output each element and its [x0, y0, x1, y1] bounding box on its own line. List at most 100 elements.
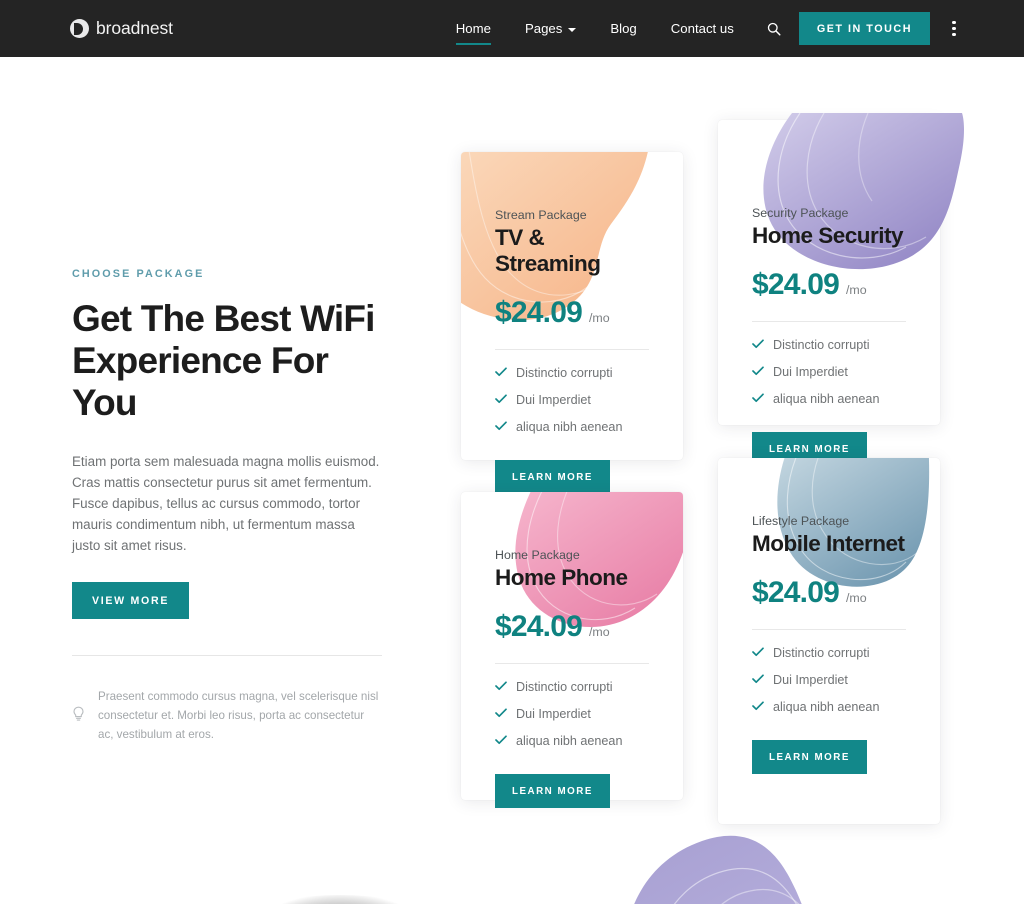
- card-divider: [495, 663, 649, 664]
- check-icon: [495, 734, 507, 748]
- package-title: TV & Streaming: [495, 225, 601, 276]
- check-icon: [752, 673, 764, 687]
- check-icon: [752, 338, 764, 352]
- card-divider: [752, 629, 906, 630]
- learn-more-button[interactable]: LEARN MORE: [495, 774, 610, 808]
- feature-label: aliqua nibh aenean: [773, 392, 880, 406]
- decorative-dark-ellipse: [200, 895, 480, 904]
- feature-item: Dui Imperdiet: [495, 393, 649, 407]
- feature-label: Distinctio corrupti: [516, 680, 613, 694]
- card-content: Security Package Home Security $24.09 /m…: [718, 120, 940, 466]
- lightbulb-icon: [72, 706, 86, 727]
- card-divider: [752, 321, 906, 322]
- dot: [952, 26, 956, 31]
- price-period: /mo: [845, 591, 867, 605]
- learn-more-button[interactable]: LEARN MORE: [752, 740, 867, 774]
- feature-label: Distinctio corrupti: [516, 366, 613, 380]
- feature-label: aliqua nibh aenean: [516, 734, 623, 748]
- price-amount: $24.09: [752, 576, 840, 609]
- hero-note: Praesent commodo cursus magna, vel scele…: [72, 688, 382, 744]
- search-icon[interactable]: [751, 22, 795, 36]
- price-row: $24.09 /mo: [495, 296, 649, 330]
- pricing-card-home-phone[interactable]: Home Package Home Phone $24.09 /mo Disti…: [461, 492, 683, 808]
- hero-column: CHOOSE PACKAGE Get The Best WiFi Experie…: [72, 268, 382, 745]
- pricing-card-mobile-internet[interactable]: Lifestyle Package Mobile Internet $24.09…: [718, 458, 940, 824]
- package-label: Security Package: [752, 206, 849, 220]
- price-amount: $24.09: [752, 268, 840, 301]
- feature-label: Dui Imperdiet: [516, 707, 591, 721]
- dot: [952, 33, 956, 37]
- check-icon: [752, 700, 764, 714]
- card-content: Stream Package TV & Streaming $24.09 /mo…: [461, 152, 683, 494]
- dot: [952, 20, 956, 24]
- check-icon: [495, 707, 507, 721]
- nav-item-pages[interactable]: Pages: [508, 0, 593, 57]
- chevron-down-icon: [568, 27, 577, 32]
- check-icon: [495, 366, 507, 380]
- feature-label: Dui Imperdiet: [516, 393, 591, 407]
- card-content: Lifestyle Package Mobile Internet $24.09…: [718, 458, 940, 774]
- price-row: $24.09 /mo: [752, 576, 906, 610]
- hero-eyebrow: CHOOSE PACKAGE: [72, 268, 205, 280]
- check-icon: [752, 646, 764, 660]
- feature-item: Distinctio corrupti: [495, 366, 649, 380]
- feature-item: Distinctio corrupti: [752, 338, 906, 352]
- price-amount: $24.09: [495, 296, 583, 329]
- nav-item-contact-us-label: Contact us: [670, 21, 734, 36]
- package-title: Home Security: [752, 223, 904, 248]
- get-in-touch-button[interactable]: GET IN TOUCH: [798, 12, 930, 45]
- check-icon: [495, 420, 507, 434]
- feature-item: Distinctio corrupti: [752, 646, 906, 660]
- feature-item: aliqua nibh aenean: [495, 734, 649, 748]
- feature-item: Dui Imperdiet: [752, 365, 906, 379]
- check-icon: [495, 393, 507, 407]
- card-divider: [495, 349, 649, 350]
- feature-label: Dui Imperdiet: [773, 673, 848, 687]
- price-period: /mo: [588, 311, 610, 325]
- hero-body-text: Etiam porta sem malesuada magna mollis e…: [72, 453, 380, 554]
- hero-note-text: Praesent commodo cursus magna, vel scele…: [98, 690, 379, 741]
- feature-item: Distinctio corrupti: [495, 680, 649, 694]
- hero-divider: [72, 655, 382, 657]
- price-row: $24.09 /mo: [752, 268, 906, 302]
- feature-label: aliqua nibh aenean: [516, 420, 623, 434]
- card-content: Home Package Home Phone $24.09 /mo Disti…: [461, 492, 683, 808]
- feature-label: Distinctio corrupti: [773, 646, 870, 660]
- vertical-dots-icon[interactable]: [946, 18, 962, 40]
- package-title: Mobile Internet: [752, 531, 905, 556]
- feature-item: aliqua nibh aenean: [752, 392, 906, 406]
- package-label: Home Package: [495, 548, 580, 562]
- broadnest-logo-icon: [70, 19, 89, 38]
- feature-label: aliqua nibh aenean: [773, 700, 880, 714]
- check-icon: [495, 680, 507, 694]
- nav-item-pages-label: Pages: [524, 21, 563, 36]
- pricing-card-home-security[interactable]: Security Package Home Security $24.09 /m…: [718, 112, 964, 466]
- price-row: $24.09 /mo: [495, 610, 649, 644]
- check-icon: [752, 365, 764, 379]
- nav-item-contact-us[interactable]: Contact us: [654, 0, 751, 57]
- nav-item-home-label: Home: [455, 21, 491, 36]
- feature-label: Dui Imperdiet: [773, 365, 848, 379]
- site-header: broadnest Home Pages Blog Contact us GET…: [0, 0, 1024, 57]
- feature-item: Dui Imperdiet: [752, 673, 906, 687]
- pricing-card-tv-streaming[interactable]: Stream Package TV & Streaming $24.09 /mo…: [461, 152, 683, 494]
- nav-item-blog[interactable]: Blog: [593, 0, 653, 57]
- feature-item: aliqua nibh aenean: [752, 700, 906, 714]
- page-title: Get The Best WiFi Experience For You: [72, 298, 375, 424]
- feature-item: Dui Imperdiet: [495, 707, 649, 721]
- package-label: Stream Package: [495, 208, 587, 222]
- logo-text: broadnest: [96, 18, 173, 38]
- view-more-button[interactable]: VIEW MORE: [72, 582, 190, 620]
- package-title: Home Phone: [495, 565, 628, 590]
- check-icon: [752, 392, 764, 406]
- price-period: /mo: [588, 625, 610, 639]
- price-period: /mo: [845, 283, 867, 297]
- price-amount: $24.09: [495, 610, 583, 643]
- logo[interactable]: broadnest: [70, 18, 173, 39]
- nav-item-home[interactable]: Home: [439, 0, 508, 57]
- nav-item-blog-label: Blog: [610, 21, 637, 36]
- page-body: CHOOSE PACKAGE Get The Best WiFi Experie…: [0, 57, 1024, 904]
- feature-label: Distinctio corrupti: [773, 338, 870, 352]
- main-navigation: Home Pages Blog Contact us GET IN TOUCH: [439, 0, 1024, 57]
- learn-more-button[interactable]: LEARN MORE: [495, 460, 610, 494]
